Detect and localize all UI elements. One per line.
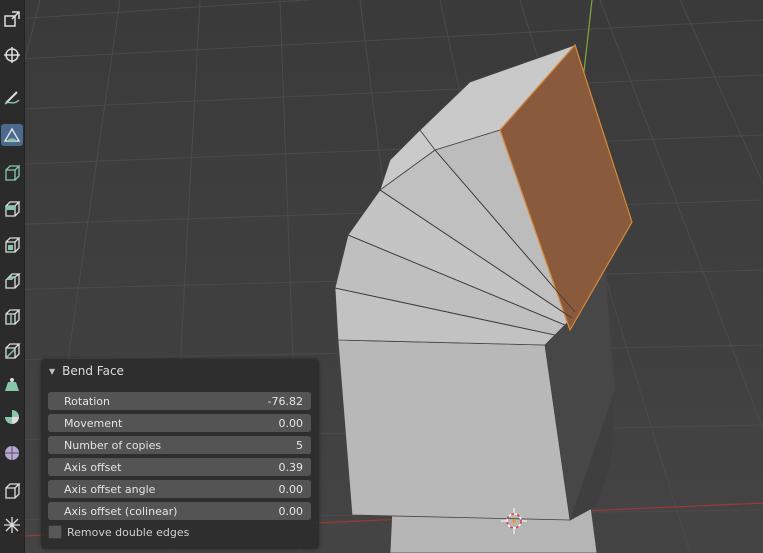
operator-panel[interactable]: ▼ Bend Face Rotation -76.82 Movement 0.0… (41, 359, 319, 549)
axis-offset-field[interactable]: Axis offset 0.39 (48, 458, 311, 476)
bevel-icon[interactable] (1, 270, 23, 292)
remove-double-edges-row[interactable]: Remove double edges (48, 524, 189, 540)
edge-slide-icon[interactable] (1, 480, 23, 502)
movement-field[interactable]: Movement 0.00 (48, 414, 311, 432)
remove-double-edges-checkbox[interactable] (48, 525, 62, 539)
panel-header[interactable]: ▼ Bend Face (41, 359, 319, 383)
poly-build-icon[interactable] (1, 374, 23, 396)
annotate-icon[interactable] (1, 86, 23, 108)
number-of-copies-field[interactable]: Number of copies 5 (48, 436, 311, 454)
smooth-icon[interactable] (1, 442, 23, 464)
field-value: -76.82 (267, 394, 303, 408)
panel-title: Bend Face (62, 364, 124, 378)
field-label: Axis offset angle (64, 482, 156, 496)
field-label: Axis offset (64, 460, 122, 474)
scale-icon[interactable] (1, 8, 23, 30)
field-label: Axis offset (colinear) (64, 504, 178, 518)
transform-icon[interactable] (1, 44, 23, 66)
field-label: Number of copies (64, 438, 162, 452)
field-value: 5 (296, 438, 303, 452)
knife-icon[interactable] (1, 340, 23, 362)
extrude-icon[interactable] (1, 198, 23, 220)
shrink-fatten-icon[interactable] (1, 514, 23, 536)
loop-cut-icon[interactable] (1, 306, 23, 328)
field-value: 0.00 (278, 482, 304, 496)
checkbox-label: Remove double edges (67, 525, 190, 539)
field-value: 0.00 (278, 504, 304, 518)
collapse-triangle-icon[interactable]: ▼ (49, 367, 55, 376)
axis-offset-colinear-field[interactable]: Axis offset (colinear) 0.00 (48, 502, 311, 520)
field-label: Movement (64, 416, 123, 430)
inset-icon[interactable] (1, 234, 23, 256)
field-label: Rotation (64, 394, 111, 408)
add-cube-icon[interactable] (1, 162, 23, 184)
spin-icon[interactable] (1, 406, 23, 428)
field-value: 0.39 (278, 460, 304, 474)
axis-offset-angle-field[interactable]: Axis offset angle 0.00 (48, 480, 311, 498)
field-value: 0.00 (278, 416, 304, 430)
measure-icon[interactable] (1, 124, 23, 146)
tool-shelf (0, 0, 25, 553)
rotation-field[interactable]: Rotation -76.82 (48, 392, 311, 410)
